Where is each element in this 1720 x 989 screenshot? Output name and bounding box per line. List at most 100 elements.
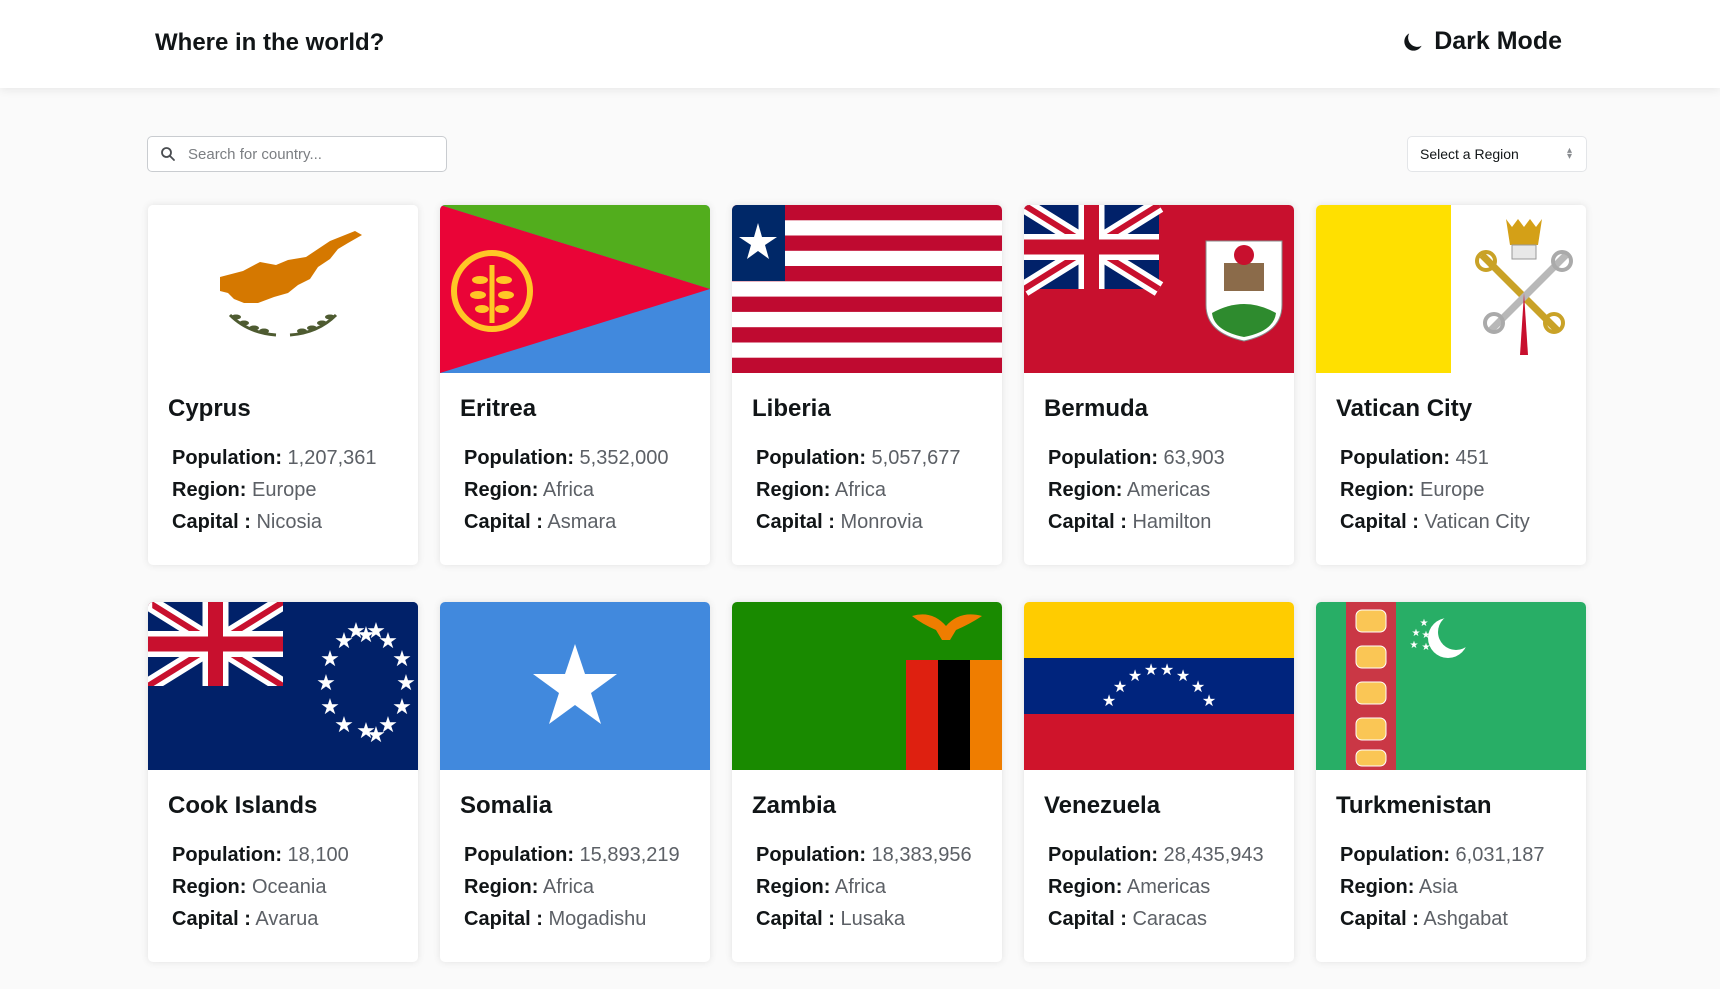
- region-label: Region:: [1340, 479, 1415, 501]
- capital-value: Nicosia: [256, 511, 323, 533]
- search-input[interactable]: [188, 145, 438, 163]
- capital-label: Capital :: [756, 511, 835, 533]
- capital-value: Hamilton: [1132, 511, 1212, 533]
- country-name: Somalia: [460, 792, 553, 819]
- select-arrows-icon: ▴ ▾: [1566, 145, 1572, 162]
- region-value: Europe: [252, 479, 317, 501]
- capital-value: Vatican City: [1424, 511, 1530, 533]
- population-label: Population:: [464, 844, 574, 866]
- country-name: Eritrea: [460, 395, 537, 422]
- region-value: Asia: [1418, 876, 1458, 898]
- venezuela-flag: ★ ★ ★ ★ ★ ★ ★ ★: [1024, 602, 1294, 770]
- app-title: Where in the world?: [155, 29, 385, 56]
- population-label: Population:: [1340, 447, 1450, 469]
- liberia-flag: [732, 205, 1002, 373]
- capital-value: Mogadishu: [548, 908, 647, 930]
- region-value: Oceania: [252, 876, 327, 898]
- capital-label: Capital :: [172, 908, 251, 930]
- region-label: Region:: [172, 876, 247, 898]
- svg-text:★: ★: [1160, 660, 1174, 679]
- capital-label: Capital :: [464, 908, 543, 930]
- region-label: Region:: [756, 479, 831, 501]
- country-card[interactable]: ★ ★ ★ ★ ★ ★ ★ ★ Venezuela Population: 28,435,…: [1024, 602, 1294, 962]
- country-name: Turkmenistan: [1336, 792, 1492, 819]
- country-card[interactable]: Liberia Population: 5,057,677 Region: Af…: [732, 205, 1002, 565]
- population-value: 15,893,219: [579, 844, 680, 866]
- population-value: 5,057,677: [871, 447, 961, 469]
- capital-value: Monrovia: [840, 511, 923, 533]
- population-label: Population:: [1340, 844, 1450, 866]
- svg-text:★: ★: [316, 671, 336, 696]
- population-label: Population:: [172, 447, 282, 469]
- svg-text:★: ★: [1422, 630, 1431, 641]
- cyprus-flag: [148, 205, 418, 373]
- country-name: Venezuela: [1044, 792, 1161, 819]
- country-grid: Cyprus Population: 1,207,361 Region: Eur…: [148, 205, 1586, 962]
- capital-label: Capital :: [172, 511, 251, 533]
- region-value: Europe: [1420, 479, 1485, 501]
- country-card[interactable]: Zambia Population: 18,383,956 Region: Af…: [732, 602, 1002, 962]
- country-name: Liberia: [752, 395, 831, 422]
- svg-text:★: ★: [1144, 660, 1158, 679]
- capital-value: Avarua: [255, 908, 319, 930]
- country-name: Bermuda: [1044, 395, 1149, 422]
- population-label: Population:: [1048, 844, 1158, 866]
- population-value: 451: [1455, 447, 1489, 469]
- population-label: Population:: [756, 447, 866, 469]
- country-name: Cook Islands: [168, 792, 318, 819]
- population-label: Population:: [172, 844, 282, 866]
- country-name: Zambia: [752, 792, 837, 819]
- search-icon: [161, 147, 175, 161]
- svg-text:★: ★: [320, 695, 340, 720]
- turkmenistan-flag: ★ ★ ★ ★ ★: [1316, 602, 1586, 770]
- svg-text:★: ★: [366, 723, 386, 748]
- somalia-flag: [440, 602, 710, 770]
- country-card[interactable]: ★ ★ ★ ★ ★ ★ ★ ★ ★ ★ ★ ★ ★ ★ ★ Cook Islands Populat…: [148, 602, 418, 962]
- country-card[interactable]: ★ ★ ★ ★ ★ Turkmenistan Population: 6,031,18…: [1316, 602, 1586, 962]
- population-label: Population:: [1048, 447, 1158, 469]
- country-card[interactable]: Vatican City Population: 451 Region: Eur…: [1316, 205, 1586, 565]
- region-label: Region:: [1340, 876, 1415, 898]
- bermuda-flag: [1024, 205, 1294, 373]
- capital-label: Capital :: [1048, 908, 1127, 930]
- capital-label: Capital :: [1340, 511, 1419, 533]
- cook-islands-flag: ★ ★ ★ ★ ★ ★ ★ ★ ★ ★ ★ ★ ★ ★ ★: [148, 602, 418, 770]
- svg-text:★: ★: [1202, 691, 1216, 710]
- svg-text:★: ★: [1113, 677, 1127, 696]
- svg-text:★: ★: [366, 619, 386, 644]
- region-select[interactable]: Select a Region ▴ ▾: [1407, 136, 1587, 172]
- capital-value: Caracas: [1132, 908, 1207, 930]
- country-card[interactable]: Eritrea Population: 5,352,000 Region: Af…: [440, 205, 710, 565]
- region-label: Region:: [464, 479, 539, 501]
- capital-label: Capital :: [464, 511, 543, 533]
- country-card[interactable]: Bermuda Population: 63,903 Region: Ameri…: [1024, 205, 1294, 565]
- region-value: Americas: [1126, 876, 1211, 898]
- search-box[interactable]: [147, 136, 447, 172]
- region-value: Africa: [834, 479, 887, 501]
- region-value: Africa: [542, 876, 595, 898]
- zambia-flag: [732, 602, 1002, 770]
- svg-text:★: ★: [392, 647, 412, 672]
- svg-text:★: ★: [346, 619, 366, 644]
- vatican-flag: [1316, 205, 1586, 373]
- country-card[interactable]: Cyprus Population: 1,207,361 Region: Eur…: [148, 205, 418, 565]
- region-label: Region:: [756, 876, 831, 898]
- region-label: Region:: [1048, 479, 1123, 501]
- capital-value: Lusaka: [840, 908, 905, 930]
- capital-label: Capital :: [1340, 908, 1419, 930]
- svg-text:★: ★: [396, 671, 416, 696]
- population-label: Population:: [756, 844, 866, 866]
- dark-mode-toggle[interactable]: Dark Mode: [1400, 27, 1562, 56]
- capital-value: Asmara: [547, 511, 617, 533]
- region-value: Africa: [542, 479, 595, 501]
- moon-icon: [1404, 32, 1422, 51]
- svg-text:★: ★: [1128, 666, 1142, 685]
- country-card[interactable]: Somalia Population: 15,893,219 Region: A…: [440, 602, 710, 962]
- svg-text:★: ★: [1412, 628, 1421, 639]
- region-label: Region:: [464, 876, 539, 898]
- population-value: 63,903: [1163, 447, 1225, 469]
- region-label: Region:: [172, 479, 247, 501]
- capital-value: Ashgabat: [1423, 908, 1508, 930]
- app-header: Where in the world? Dark Mode: [0, 0, 1720, 88]
- region-label: Region:: [1048, 876, 1123, 898]
